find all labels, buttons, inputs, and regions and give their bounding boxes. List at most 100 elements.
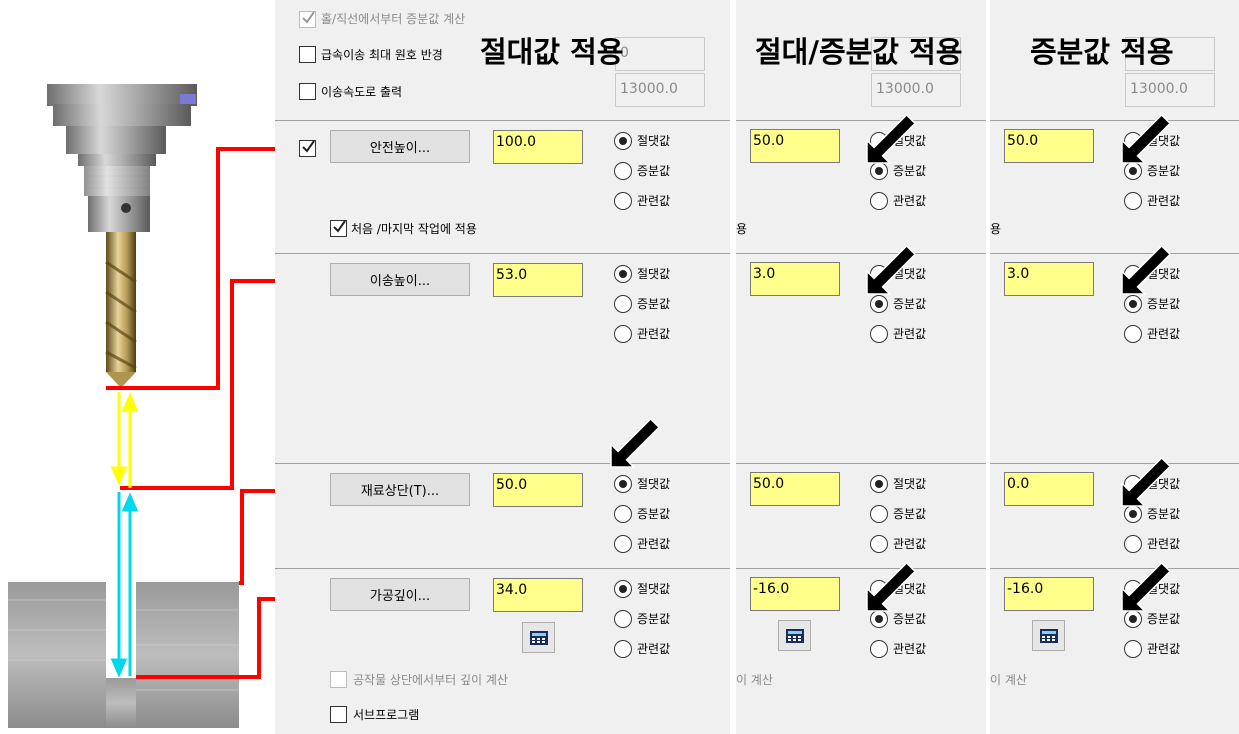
panel-absolute: 홀/직선에서부터 증분값 계산 급속이송 최대 원호 반경 0 이송속도로 출력… <box>275 0 730 734</box>
feed-output-input[interactable]: 13000.0 <box>1125 73 1215 107</box>
separator <box>275 568 730 569</box>
clearance-associative-radio[interactable] <box>1124 192 1142 210</box>
retract-associative-radio[interactable] <box>870 325 888 343</box>
clearance-associative-radio[interactable] <box>870 192 888 210</box>
depth-input[interactable]: -16.0 <box>1004 577 1094 611</box>
depth-associative-radio[interactable] <box>614 640 632 658</box>
depth-incremental-radio[interactable] <box>1124 610 1142 628</box>
top-stock-absolute-radio[interactable] <box>614 475 632 493</box>
feed-output-input[interactable]: 13000.0 <box>871 73 961 107</box>
radio-label: 증분값 <box>893 612 927 626</box>
rapid-arc-input[interactable]: 0 <box>615 37 705 71</box>
top-stock-button[interactable]: 재료상단(T)... <box>330 473 470 506</box>
depth-from-stock-checkbox[interactable] <box>330 671 347 688</box>
retract-associative-radio[interactable] <box>614 325 632 343</box>
rapid-arc-label: 급속이송 최대 원호 반경 <box>321 48 443 62</box>
top-stock-input[interactable]: 50.0 <box>493 473 583 507</box>
separator <box>990 568 1239 569</box>
depth-calculator-button[interactable] <box>1032 620 1065 651</box>
top-stock-absolute-radio[interactable] <box>1124 475 1142 493</box>
subprogram-label: 서브프로그램 <box>353 708 420 722</box>
radio-label: 관련값 <box>1147 537 1181 551</box>
retract-input[interactable]: 3.0 <box>1004 262 1094 296</box>
retract-incremental-radio[interactable] <box>870 295 888 313</box>
panel-incremental: 13000.0 50.0 절댓값 증분값 관련값 용 3.0 절댓값 증분값 관… <box>990 0 1239 734</box>
clearance-absolute-radio[interactable] <box>1124 132 1142 150</box>
clearance-incremental-radio[interactable] <box>1124 162 1142 180</box>
clearance-button[interactable]: 안전높이... <box>330 130 470 163</box>
retract-button[interactable]: 이송높이... <box>330 263 470 296</box>
separator <box>275 253 730 254</box>
first-last-label-fragment: 용 <box>990 222 1002 236</box>
clearance-absolute-radio[interactable] <box>870 132 888 150</box>
top-stock-absolute-radio[interactable] <box>870 475 888 493</box>
clearance-input[interactable]: 100.0 <box>493 130 583 164</box>
calculator-icon <box>1040 629 1058 643</box>
depth-associative-radio[interactable] <box>870 640 888 658</box>
radio-label: 절댓값 <box>637 582 671 596</box>
retract-incremental-radio[interactable] <box>614 295 632 313</box>
radio-label: 절댓값 <box>1147 134 1181 148</box>
calculator-icon <box>786 629 804 643</box>
radio-label: 관련값 <box>637 194 671 208</box>
radio-label: 관련값 <box>637 327 671 341</box>
rapid-arc-checkbox[interactable] <box>299 46 316 63</box>
first-last-checkbox[interactable] <box>330 220 347 237</box>
depth-absolute-radio[interactable] <box>1124 580 1142 598</box>
clearance-incremental-radio[interactable] <box>614 162 632 180</box>
depth-absolute-radio[interactable] <box>614 580 632 598</box>
clearance-associative-radio[interactable] <box>614 192 632 210</box>
retract-absolute-radio[interactable] <box>614 265 632 283</box>
depth-associative-radio[interactable] <box>1124 640 1142 658</box>
depth-incremental-radio[interactable] <box>870 610 888 628</box>
subprogram-checkbox[interactable] <box>330 706 347 723</box>
top-stock-associative-radio[interactable] <box>1124 535 1142 553</box>
top-stock-associative-radio[interactable] <box>870 535 888 553</box>
separator <box>990 253 1239 254</box>
retract-input[interactable]: 3.0 <box>750 262 840 296</box>
depth-incremental-radio[interactable] <box>614 610 632 628</box>
clearance-checkbox[interactable] <box>299 140 316 157</box>
clearance-input[interactable]: 50.0 <box>1004 129 1094 163</box>
radio-label: 절댓값 <box>893 134 927 148</box>
clearance-input[interactable]: 50.0 <box>750 129 840 163</box>
separator <box>990 463 1239 464</box>
top-stock-input[interactable]: 0.0 <box>1004 472 1094 506</box>
radio-label: 절댓값 <box>637 134 671 148</box>
depth-calculator-button[interactable] <box>778 620 811 651</box>
retract-absolute-radio[interactable] <box>870 265 888 283</box>
top-stock-incremental-radio[interactable] <box>614 505 632 523</box>
radio-label: 절댓값 <box>893 582 927 596</box>
depth-calculator-button[interactable] <box>522 622 555 653</box>
clearance-absolute-radio[interactable] <box>614 132 632 150</box>
retract-absolute-radio[interactable] <box>1124 265 1142 283</box>
depth-input[interactable]: -16.0 <box>750 577 840 611</box>
depth-absolute-radio[interactable] <box>870 580 888 598</box>
calculator-icon <box>530 631 548 645</box>
separator <box>736 568 986 569</box>
panel-absolute-incremental: 13000.0 50.0 절댓값 증분값 관련값 용 3.0 절댓값 증분값 관… <box>736 0 986 734</box>
feed-output-checkbox[interactable] <box>299 83 316 100</box>
radio-label: 증분값 <box>893 297 927 311</box>
top-stock-incremental-radio[interactable] <box>1124 505 1142 523</box>
depth-from-stock-label-fragment: 이 계산 <box>736 673 773 687</box>
radio-label: 증분값 <box>637 297 671 311</box>
depth-input[interactable]: 34.0 <box>493 578 583 612</box>
radio-label: 증분값 <box>637 612 671 626</box>
separator <box>736 120 986 121</box>
separator <box>736 463 986 464</box>
feed-output-input[interactable]: 13000.0 <box>615 73 705 107</box>
hole-calc-checkbox[interactable] <box>299 11 316 28</box>
top-stock-incremental-radio[interactable] <box>870 505 888 523</box>
depth-button[interactable]: 가공깊이... <box>330 578 470 611</box>
separator <box>736 253 986 254</box>
retract-input[interactable]: 53.0 <box>493 263 583 297</box>
top-stock-input[interactable]: 50.0 <box>750 472 840 506</box>
top-stock-associative-radio[interactable] <box>614 535 632 553</box>
retract-incremental-radio[interactable] <box>1124 295 1142 313</box>
radio-label: 관련값 <box>1147 194 1181 208</box>
depth-from-stock-label-fragment: 이 계산 <box>990 673 1027 687</box>
retract-associative-radio[interactable] <box>1124 325 1142 343</box>
separator <box>990 120 1239 121</box>
clearance-incremental-radio[interactable] <box>870 162 888 180</box>
